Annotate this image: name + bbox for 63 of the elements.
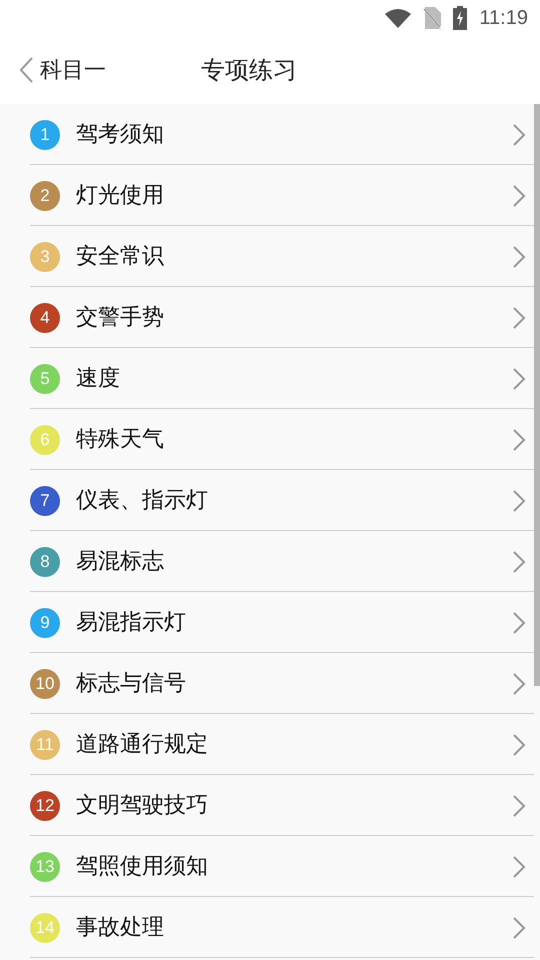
number-badge: 14 <box>30 912 60 942</box>
topic-list-item[interactable]: 11 道路通行规定 <box>0 714 534 775</box>
chevron-right-icon <box>512 488 526 512</box>
chevron-right-icon <box>512 610 526 634</box>
chevron-right-icon <box>512 366 526 390</box>
topic-label: 易混指示灯 <box>76 609 187 637</box>
status-time: 11:19 <box>479 6 528 31</box>
topic-label: 道路通行规定 <box>76 731 209 759</box>
number-badge: 13 <box>30 852 60 882</box>
chevron-right-icon <box>512 244 526 268</box>
topic-list-item[interactable]: 6 特殊天气 <box>0 409 534 470</box>
chevron-right-icon <box>512 306 526 330</box>
topic-label: 事故处理 <box>76 914 165 942</box>
topic-label: 安全常识 <box>76 243 165 271</box>
topic-list-item[interactable]: 9 易混指示灯 <box>0 592 534 653</box>
topic-list-item[interactable]: 4 交警手势 <box>0 287 534 348</box>
chevron-right-icon <box>512 122 526 146</box>
topic-list-item[interactable]: 5 速度 <box>0 348 534 409</box>
topic-label: 交警手势 <box>76 304 165 332</box>
topic-label: 文明驾驶技巧 <box>76 792 209 820</box>
number-badge: 11 <box>30 730 60 760</box>
number-badge: 9 <box>30 608 60 638</box>
back-button[interactable]: 科目一 <box>0 54 201 86</box>
chevron-right-icon <box>512 672 526 696</box>
topic-label: 驾照使用须知 <box>76 853 209 881</box>
topic-list-item[interactable]: 8 易混标志 <box>0 531 534 592</box>
chevron-right-icon <box>512 794 526 818</box>
wifi-icon <box>385 8 412 28</box>
number-badge: 4 <box>30 302 60 332</box>
topic-label: 仪表、指示灯 <box>76 487 209 515</box>
chevron-right-icon <box>512 854 526 878</box>
chevron-right-icon <box>512 428 526 452</box>
topic-label: 速度 <box>76 365 121 393</box>
chevron-right-icon <box>512 916 526 940</box>
page-title: 专项练习 <box>201 55 297 86</box>
number-badge: 12 <box>30 790 60 820</box>
number-badge: 5 <box>30 364 60 394</box>
number-badge: 2 <box>30 180 60 210</box>
topic-label: 特殊天气 <box>76 426 165 454</box>
topic-list-item[interactable]: 2 灯光使用 <box>0 165 534 226</box>
number-badge: 8 <box>30 546 60 576</box>
topic-label: 驾考须知 <box>76 121 165 149</box>
topic-list-item[interactable]: 12 文明驾驶技巧 <box>0 775 534 836</box>
battery-charging-icon <box>453 6 468 30</box>
topic-label: 易混标志 <box>76 548 165 576</box>
topic-list-item[interactable]: 13 驾照使用须知 <box>0 836 534 897</box>
topic-list-item[interactable]: 3 安全常识 <box>0 226 534 287</box>
topic-list-item[interactable]: 1 驾考须知 <box>0 104 534 165</box>
number-badge: 7 <box>30 486 60 516</box>
topic-list-item[interactable]: 10 标志与信号 <box>0 653 534 714</box>
number-badge: 3 <box>30 242 60 272</box>
chevron-right-icon <box>512 550 526 574</box>
chevron-right-icon <box>512 184 526 208</box>
chevron-right-icon <box>512 732 526 756</box>
topic-list-item[interactable]: 7 仪表、指示灯 <box>0 470 534 531</box>
number-badge: 1 <box>30 120 60 150</box>
topic-label: 灯光使用 <box>76 182 165 210</box>
back-chevron-icon <box>18 56 34 84</box>
no-sim-icon <box>423 7 442 29</box>
topic-list-item[interactable]: 14 事故处理 <box>0 897 534 958</box>
topic-label: 标志与信号 <box>76 670 187 698</box>
number-badge: 10 <box>30 668 60 698</box>
number-badge: 6 <box>30 424 60 454</box>
